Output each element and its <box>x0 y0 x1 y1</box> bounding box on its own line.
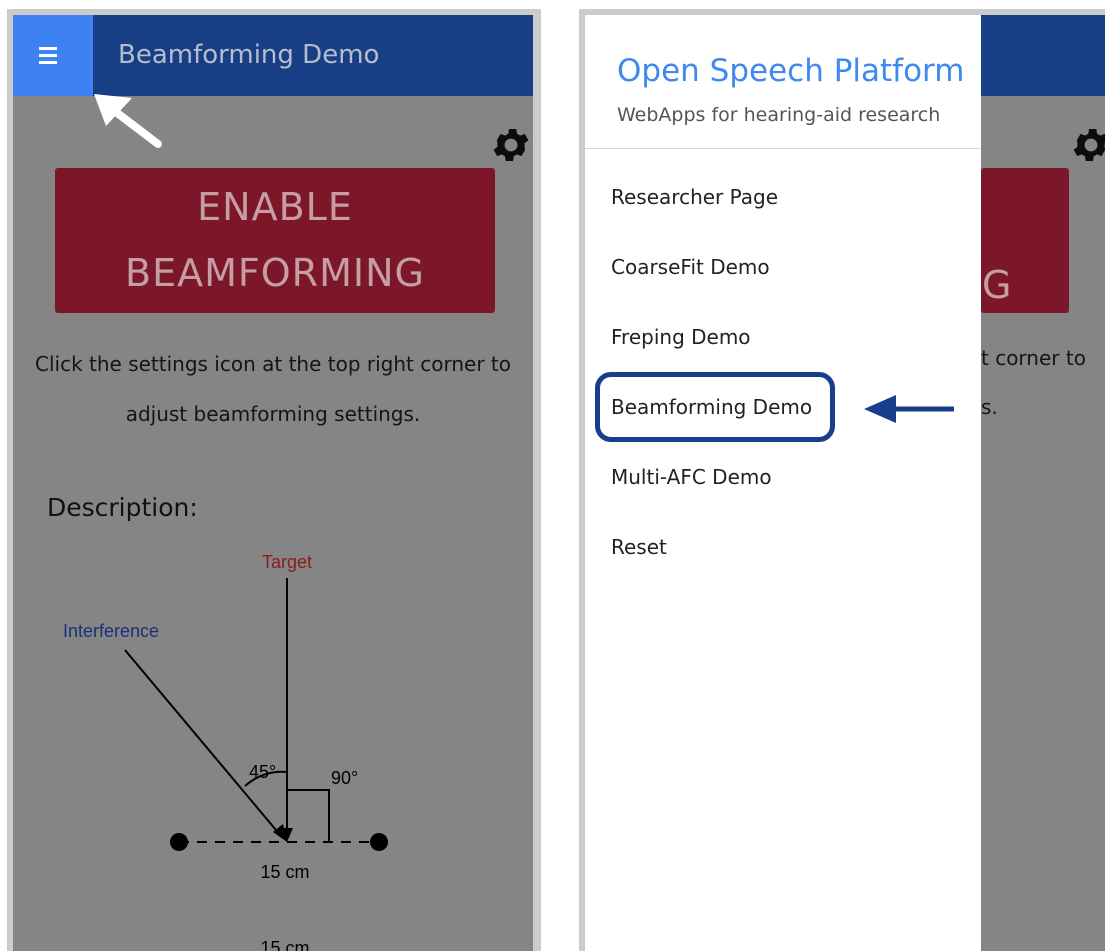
beamforming-diagram: Target Interference 45° 90° 15 cm 15 cm <box>63 552 388 951</box>
enable-button-line2: BEAMFORMING <box>125 251 425 295</box>
drawer-title: Open Speech Platform <box>617 53 965 89</box>
app-bar: Beamforming Demo <box>13 15 533 96</box>
nav-item-multi-afc-demo[interactable]: Multi-AFC Demo <box>611 457 772 497</box>
interference-line <box>124 649 282 837</box>
left-screenshot-panel: Beamforming Demo ENABLE BEAMFORMING Clic… <box>7 9 541 951</box>
app-screen-with-drawer: G t corner to s. Open Speech Platform We… <box>585 15 1105 951</box>
drawer-subtitle: WebApps for hearing-aid research <box>617 104 941 126</box>
highlight-arrow-icon <box>864 395 954 423</box>
navigation-drawer: Open Speech Platform WebApps for hearing… <box>585 15 981 951</box>
description-heading: Description: <box>47 493 198 522</box>
nav-item-researcher-page[interactable]: Researcher Page <box>611 177 778 217</box>
gear-icon[interactable] <box>489 123 533 167</box>
nav-item-reset[interactable]: Reset <box>611 527 667 567</box>
drawer-header: Open Speech Platform WebApps for hearing… <box>585 15 981 149</box>
angle-90-label: 90° <box>331 768 358 788</box>
mic-left <box>170 833 188 851</box>
right-screenshot-panel: G t corner to s. Open Speech Platform We… <box>579 9 1105 951</box>
help-text: Click the settings icon at the top right… <box>13 339 533 439</box>
pointer-arrow-icon <box>94 94 162 148</box>
angle-45-label: 45° <box>249 762 276 782</box>
gear-icon <box>1073 129 1105 161</box>
distance-label-1: 15 cm <box>260 862 309 882</box>
distance-label-2: 15 cm <box>260 938 309 951</box>
app-bar-behind <box>981 15 1105 96</box>
target-label: Target <box>262 552 312 572</box>
nav-item-beamforming-demo[interactable]: Beamforming Demo <box>611 387 812 427</box>
mic-right <box>370 833 388 851</box>
app-title: Beamforming Demo <box>118 40 380 70</box>
menu-button[interactable] <box>13 15 93 96</box>
button-fragment: G <box>982 263 1012 307</box>
interference-label: Interference <box>63 621 159 641</box>
enable-beamforming-button[interactable]: ENABLE BEAMFORMING <box>55 168 495 313</box>
angle-90-marker <box>287 789 330 842</box>
help-text-line2: adjust beamforming settings. <box>125 402 421 426</box>
help-fragment-1: t corner to <box>981 346 1086 370</box>
enable-button-line1: ENABLE <box>197 185 353 229</box>
nav-item-freping-demo[interactable]: Freping Demo <box>611 317 751 357</box>
interference-arrowhead <box>273 824 287 842</box>
help-text-line1: Click the settings icon at the top right… <box>35 352 511 376</box>
app-screen: Beamforming Demo ENABLE BEAMFORMING Clic… <box>13 15 533 951</box>
help-fragment-2: s. <box>981 395 998 419</box>
nav-item-coarsefit-demo[interactable]: CoarseFit Demo <box>611 247 770 287</box>
